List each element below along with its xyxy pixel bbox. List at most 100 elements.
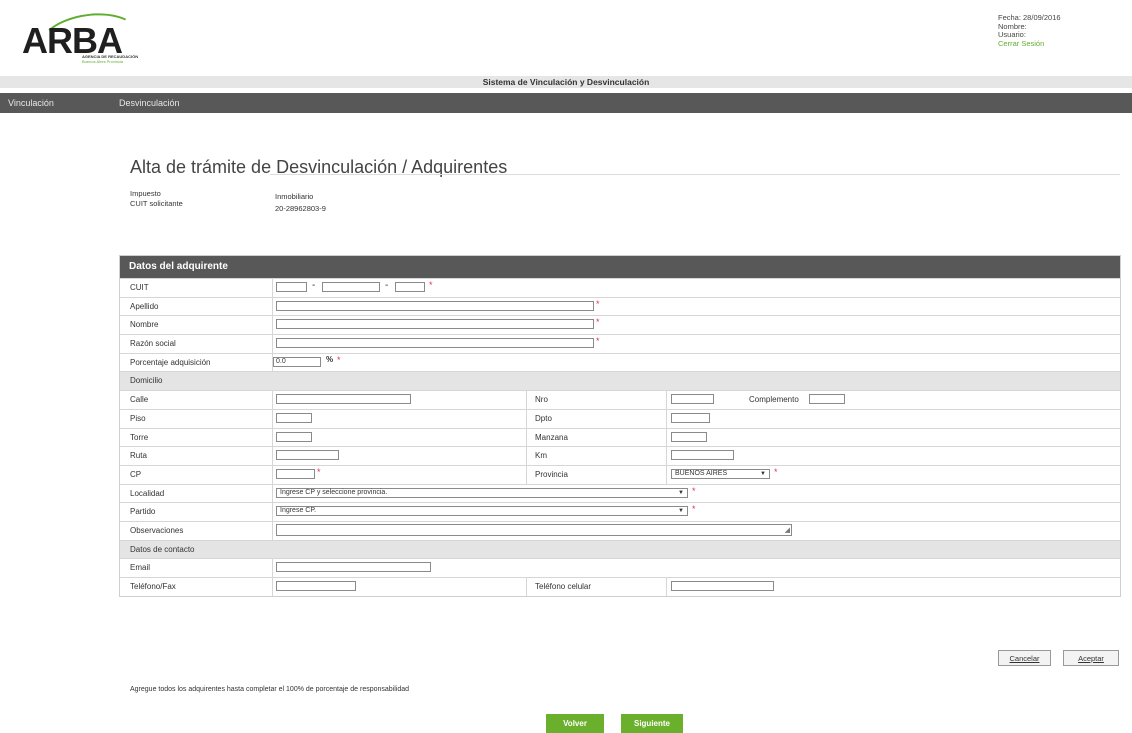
manzana-label: Manzana	[535, 432, 568, 442]
piso-label: Piso	[130, 413, 146, 423]
apellido-input[interactable]	[276, 300, 594, 311]
partido-label: Partido	[130, 507, 156, 517]
adquirente-form: Datos del adquirente CUIT - - * Apellido…	[119, 255, 1121, 597]
apellido-label: Apellido	[130, 301, 159, 311]
cuit-dash-2: -	[385, 280, 389, 291]
logo-subtitle-2: Buenos Aires Provincia	[82, 59, 124, 64]
piso-input[interactable]	[276, 412, 312, 423]
section-domicilio: Domicilio	[120, 371, 1120, 391]
nombre-input[interactable]	[276, 319, 594, 330]
nro-label: Nro	[535, 395, 548, 405]
required-mark: *	[774, 466, 778, 477]
row-cp: CP * Provincia BUENOS AIRES ▼ *	[120, 464, 1120, 484]
email-input[interactable]	[276, 562, 431, 573]
logout-link[interactable]: Cerrar Sesión	[998, 39, 1061, 49]
row-localidad: Localidad Ingrese CP y seleccione provin…	[120, 483, 1120, 503]
nombre-label: Nombre	[130, 320, 159, 330]
telefono-input[interactable]	[276, 581, 356, 591]
row-cuit: CUIT - - *	[120, 278, 1120, 297]
complemento-label: Complemento	[749, 395, 799, 405]
row-ruta: Ruta Km	[120, 446, 1120, 465]
localidad-select[interactable]: Ingrese CP y seleccione provincia. ▼	[276, 487, 688, 498]
km-label: Km	[535, 451, 547, 461]
row-observaciones: Observaciones ◢	[120, 520, 1120, 540]
cuit-check-input[interactable]	[395, 282, 425, 292]
telefono-label: Teléfono/Fax	[130, 582, 176, 591]
cp-input[interactable]	[276, 468, 315, 479]
cp-label: CP	[130, 469, 142, 479]
dpto-label: Dpto	[535, 413, 552, 423]
provincia-selected: BUENOS AIRES	[675, 469, 728, 477]
required-mark: *	[317, 466, 321, 477]
required-mark: *	[429, 280, 433, 290]
required-mark: *	[596, 317, 600, 328]
accept-button[interactable]: Aceptar	[1063, 650, 1119, 666]
cuit-solicitante-label: CUIT solicitante	[130, 199, 183, 208]
main-nav: Vinculación Desvinculación	[0, 93, 1132, 113]
provincia-label: Provincia	[535, 469, 568, 479]
torre-input[interactable]	[276, 431, 312, 442]
required-mark: *	[596, 336, 600, 347]
km-input[interactable]	[671, 450, 734, 461]
domicilio-label: Domicilio	[130, 376, 163, 386]
user-info: Fecha: 28/09/2016 Nombre: Usuario: Cerra…	[998, 13, 1061, 49]
row-telefono: Teléfono/Fax Teléfono celular	[120, 577, 1120, 596]
ruta-input[interactable]	[276, 450, 339, 461]
cuit-solicitante-value: 20-28962803-9	[275, 204, 326, 213]
cuit-number-input[interactable]	[322, 282, 380, 292]
cuit-dash-1: -	[312, 280, 316, 291]
row-torre: Torre Manzana	[120, 427, 1120, 447]
dpto-input[interactable]	[671, 412, 710, 423]
chevron-down-icon: ▼	[678, 489, 684, 496]
section-datos-contacto: Datos de contacto	[120, 539, 1120, 559]
observaciones-textarea[interactable]: ◢	[276, 523, 792, 536]
nav-item-vinculacion[interactable]: Vinculación	[8, 93, 54, 113]
back-button[interactable]: Volver	[546, 714, 604, 733]
razon-social-input[interactable]	[276, 338, 594, 349]
row-email: Email	[120, 558, 1120, 577]
nro-input[interactable]	[671, 394, 714, 405]
cancel-button[interactable]: Cancelar	[998, 650, 1051, 666]
observaciones-label: Observaciones	[130, 525, 184, 535]
row-partido: Partido Ingrese CP. ▼ *	[120, 502, 1120, 521]
chevron-down-icon: ▼	[678, 508, 684, 515]
manzana-input[interactable]	[671, 431, 707, 442]
responsibility-note: Agregue todos los adquirentes hasta comp…	[130, 686, 410, 693]
calle-label: Calle	[130, 395, 149, 405]
porcentaje-input[interactable]: 0.0	[273, 356, 321, 367]
nav-item-desvinculacion[interactable]: Desvinculación	[119, 93, 180, 113]
localidad-selected: Ingrese CP y seleccione provincia.	[280, 488, 388, 496]
partido-select[interactable]: Ingrese CP. ▼	[276, 506, 688, 517]
resize-handle-icon[interactable]: ◢	[785, 527, 790, 535]
row-apellido: Apellido *	[120, 296, 1120, 316]
row-piso: Piso Dpto	[120, 408, 1120, 428]
row-porcentaje: Porcentaje adquisición 0.0 % *	[120, 352, 1120, 372]
impuesto-value: Inmobiliario	[275, 192, 314, 201]
required-mark: *	[596, 298, 600, 309]
calle-input[interactable]	[276, 394, 411, 405]
chevron-down-icon: ▼	[760, 470, 766, 477]
ruta-label: Ruta	[130, 451, 147, 461]
required-mark: *	[337, 354, 341, 365]
partido-selected: Ingrese CP.	[280, 507, 317, 515]
telefono-celular-input[interactable]	[671, 581, 774, 591]
complemento-input[interactable]	[809, 394, 845, 405]
provincia-select[interactable]: BUENOS AIRES ▼	[671, 468, 770, 479]
email-label: Email	[130, 563, 151, 573]
razon-social-label: Razón social	[130, 339, 176, 349]
torre-label: Torre	[130, 432, 149, 442]
cuit-label: CUIT	[130, 283, 149, 292]
next-button[interactable]: Siguiente	[621, 714, 683, 733]
form-header: Datos del adquirente	[120, 256, 1120, 278]
porcentaje-label: Porcentaje adquisición	[130, 357, 211, 367]
required-mark: *	[692, 504, 696, 515]
telefono-celular-label: Teléfono celular	[535, 582, 592, 591]
cuit-prefix-input[interactable]	[276, 282, 307, 292]
title-divider	[270, 174, 1120, 175]
row-calle: Calle Nro Complemento	[120, 390, 1120, 409]
row-nombre: Nombre *	[120, 315, 1120, 335]
system-title: Sistema de Vinculación y Desvinculación	[0, 76, 1132, 88]
datos-contacto-label: Datos de contacto	[130, 544, 195, 554]
impuesto-label: Impuesto	[130, 189, 161, 198]
required-mark: *	[692, 485, 696, 496]
